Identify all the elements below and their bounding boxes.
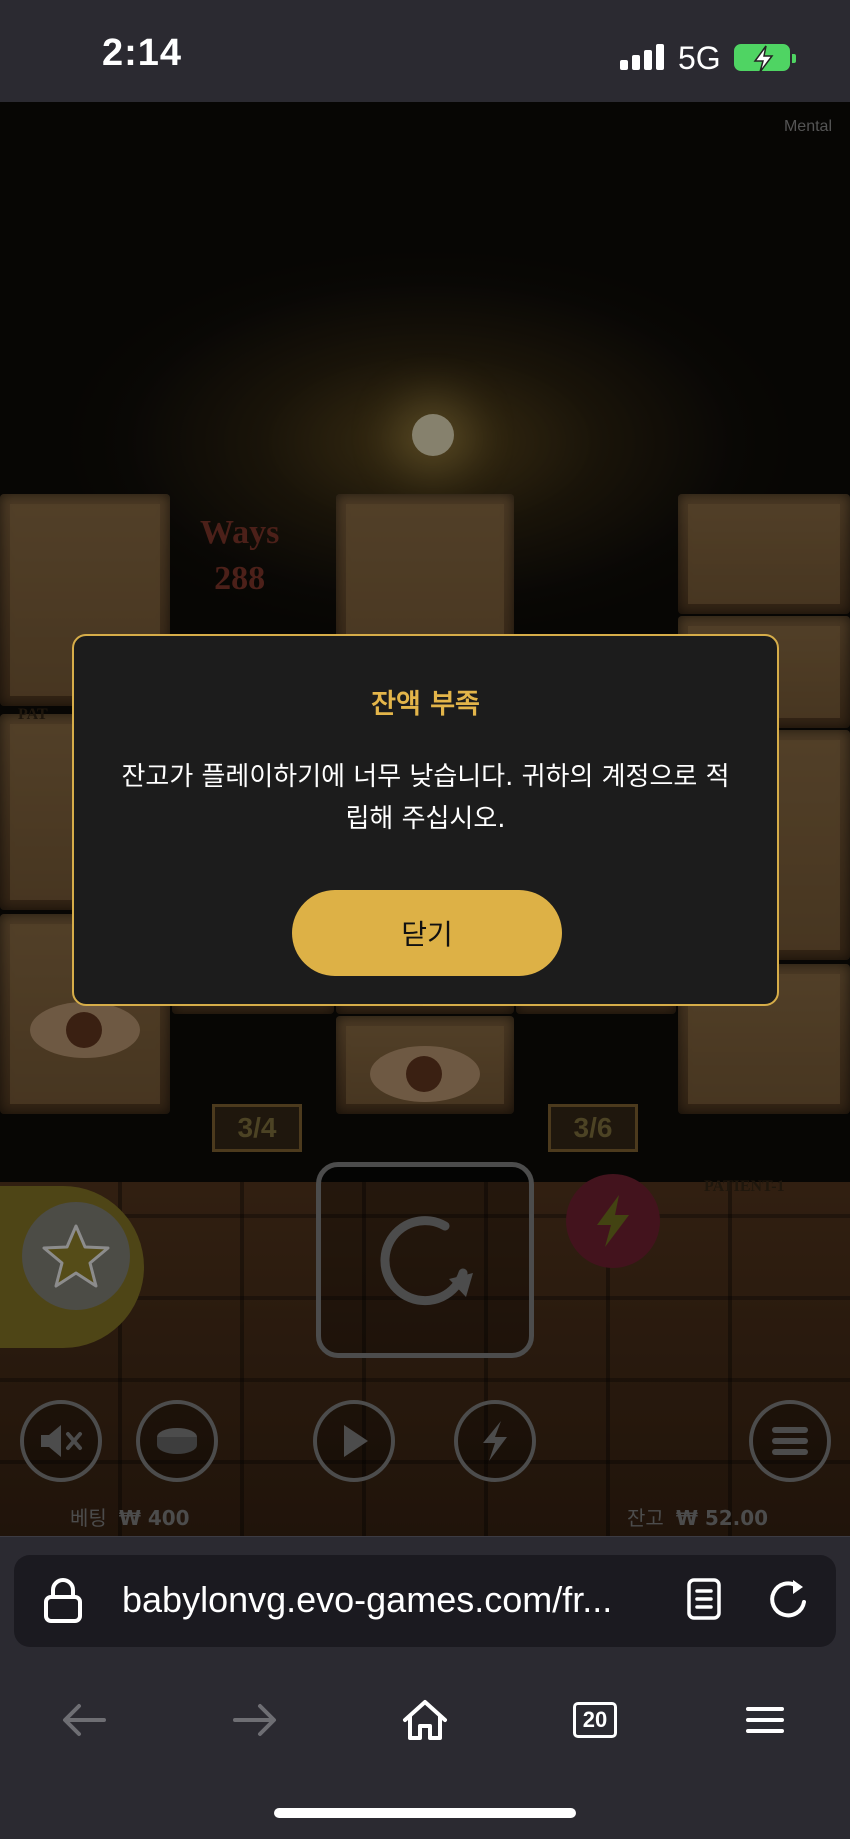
- address-bar-area: babylonvg.evo-games.com/fr...: [0, 1536, 850, 1648]
- signal-icon: [620, 44, 664, 70]
- home-icon: [403, 1700, 447, 1740]
- status-time: 2:14: [102, 32, 183, 74]
- browser-toolbar: 20: [0, 1648, 850, 1839]
- battery-charging-icon: [734, 44, 796, 73]
- tabs-icon: 20: [573, 1702, 617, 1738]
- hamburger-icon: [746, 1707, 784, 1733]
- back-icon: [63, 1704, 106, 1736]
- dialog-title: 잔액 부족: [371, 689, 480, 720]
- back-button[interactable]: [54, 1692, 114, 1748]
- reload-icon[interactable]: [766, 1577, 812, 1623]
- network-type: 5G: [678, 40, 721, 76]
- forward-button[interactable]: [225, 1692, 285, 1748]
- close-button[interactable]: 닫기: [292, 890, 562, 976]
- forward-icon: [233, 1704, 276, 1736]
- insufficient-balance-dialog: 잔액 부족 잔고가 플레이하기에 너무 낮습니다. 귀하의 계정으로 적립해 주…: [72, 634, 779, 1006]
- home-indicator: [274, 1808, 576, 1818]
- browser-menu-button[interactable]: [735, 1692, 795, 1748]
- reader-icon[interactable]: [686, 1577, 722, 1621]
- url-text[interactable]: babylonvg.evo-games.com/fr...: [122, 1579, 662, 1621]
- address-bar[interactable]: babylonvg.evo-games.com/fr...: [14, 1555, 836, 1647]
- tabs-button[interactable]: 20: [565, 1692, 625, 1748]
- lock-icon: [44, 1578, 82, 1623]
- dialog-message: 잔고가 플레이하기에 너무 낮습니다. 귀하의 계정으로 적립해 주십시오.: [121, 762, 730, 834]
- status-bar: 2:14 5G: [0, 0, 850, 102]
- home-button[interactable]: [395, 1692, 455, 1748]
